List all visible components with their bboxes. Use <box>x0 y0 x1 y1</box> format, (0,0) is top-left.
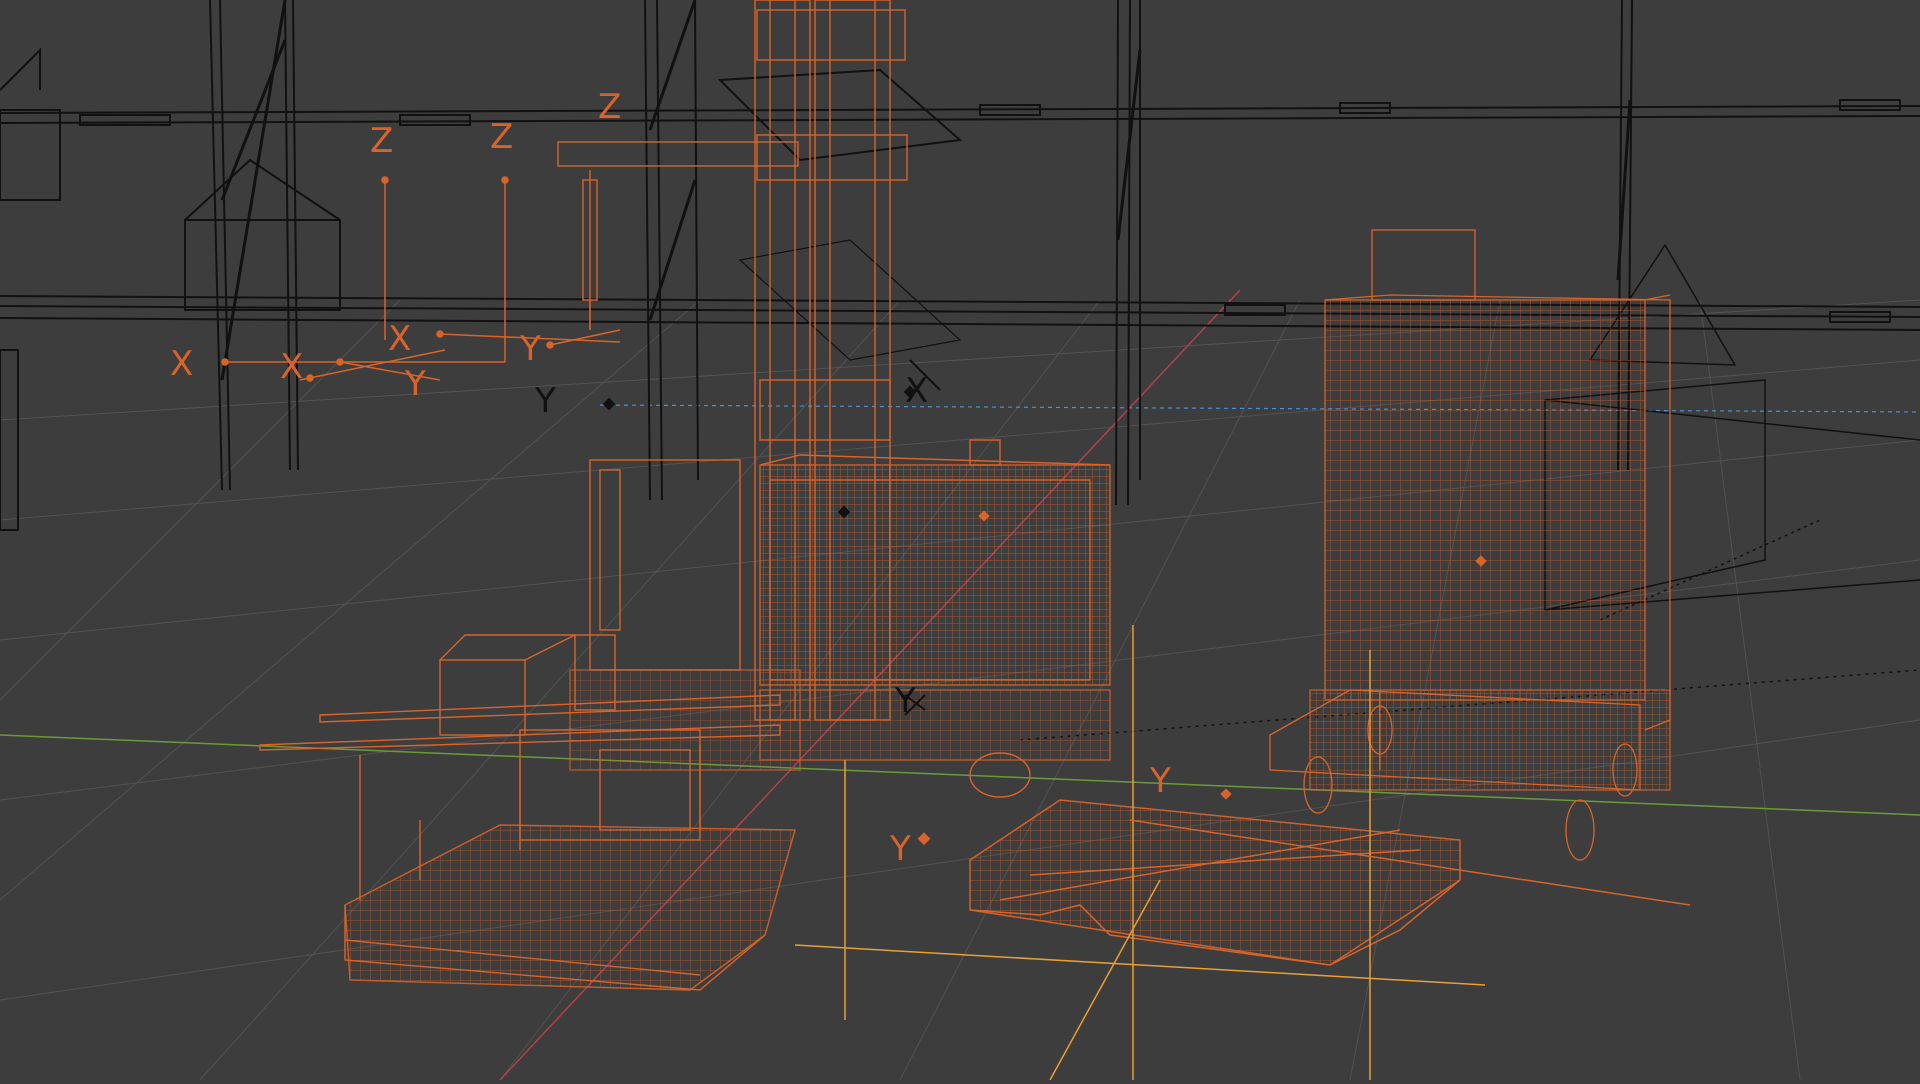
axis-label-z: Z <box>370 121 393 161</box>
3d-viewport[interactable]: Z Z Z X X X X Y Y Y Y Y Y <box>0 0 1920 1081</box>
pallet-center[interactable] <box>969 799 1461 966</box>
roll-cage[interactable] <box>1269 229 1671 861</box>
axis-label-x: X <box>170 344 193 384</box>
axis-label-x: X <box>905 371 928 411</box>
axis-label-x: X <box>280 347 303 387</box>
helper-dashed-line <box>599 404 1920 413</box>
pallet-left[interactable] <box>344 820 796 991</box>
axis-label-y: Y <box>404 364 426 404</box>
axis-label-y: Y <box>889 829 911 869</box>
axis-label-y: Y <box>534 381 556 421</box>
axis-label-y: Y <box>1149 761 1171 801</box>
viewport-canvas[interactable]: Z Z Z X X X X Y Y Y Y Y Y <box>0 0 1920 1081</box>
axis-label-y: Y <box>519 329 541 369</box>
axis-label-x: X <box>388 319 411 359</box>
axis-label-z: Z <box>490 117 513 157</box>
axis-label-y: Y <box>894 681 916 721</box>
axis-label-z: Z <box>598 87 621 127</box>
